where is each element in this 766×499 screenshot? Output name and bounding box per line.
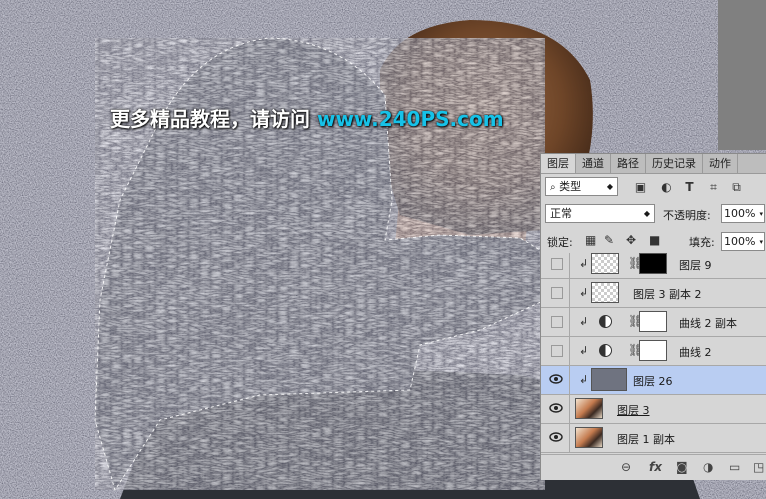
clipping-arrow-icon: ↲ (579, 373, 589, 386)
layer-row-layer-9[interactable]: ↲ ⛓ 图层 9 (541, 253, 766, 279)
panel-tabs: 图层 通道 路径 历史记录 动作 (541, 154, 766, 174)
visibility-toggle[interactable] (541, 395, 570, 423)
add-mask-icon[interactable]: ◙ (676, 460, 688, 474)
watermark-url: www.240PS.com (316, 107, 504, 131)
blend-row: 正常 ◆ 不透明度: 100% ▾ (541, 204, 766, 226)
layer-row-layer-1-copy[interactable]: 图层 1 副本 (541, 424, 766, 453)
fill-input[interactable]: 100% ▾ (721, 232, 765, 251)
eye-icon (549, 374, 563, 384)
lock-row: 锁定: ▦ ✎ ✥ ■ 填充: 100% ▾ (541, 232, 766, 252)
search-icon: ⌕ (550, 182, 556, 193)
clipping-arrow-icon: ↲ (579, 286, 589, 299)
lock-all-icon[interactable]: ■ (649, 232, 660, 248)
shape-filter-icon[interactable]: ⌗ (707, 181, 720, 193)
tab-history[interactable]: 历史记录 (646, 154, 703, 173)
chevron-down-icon: ◆ (606, 182, 613, 191)
layer-thumbnail (591, 253, 619, 274)
layer-thumbnail (591, 282, 619, 303)
chevron-down-icon: ▾ (759, 210, 763, 218)
new-adjustment-icon[interactable]: ◑ (703, 460, 713, 474)
layer-name[interactable]: 图层 1 副本 (617, 431, 675, 447)
visibility-off-icon (551, 287, 563, 299)
visibility-toggle[interactable] (541, 308, 570, 336)
visibility-toggle[interactable] (541, 424, 570, 452)
layer-row-curves-2-copy[interactable]: ↲ ⛓ 曲线 2 副本 (541, 308, 766, 337)
layer-row-layer-3-copy-2[interactable]: ↲ 图层 3 副本 2 (541, 279, 766, 308)
curves-adjustment-icon (599, 344, 612, 357)
adjustment-filter-icon[interactable]: ◐ (660, 181, 673, 193)
layer-name[interactable]: 图层 26 (633, 373, 673, 389)
layer-name[interactable]: 图层 3 (617, 402, 650, 418)
layer-name[interactable]: 图层 9 (679, 257, 712, 273)
layer-mask-thumbnail (639, 340, 667, 361)
chevron-down-icon: ◆ (643, 209, 650, 218)
visibility-toggle[interactable] (541, 279, 570, 307)
visibility-toggle[interactable] (541, 337, 570, 365)
type-filter-icon[interactable]: T (683, 181, 696, 193)
layer-mask-thumbnail (639, 253, 667, 274)
watermark-text: 更多精品教程，请访问 (110, 107, 310, 131)
layer-name[interactable]: 图层 3 副本 2 (633, 286, 702, 302)
tab-layers[interactable]: 图层 (541, 154, 576, 173)
chevron-down-icon: ▾ (759, 238, 763, 246)
layers-panel: 图层 通道 路径 历史记录 动作 ⌕ 类型 ◆ ▣ ◐ T ⌗ ⧉ 正常 ◆ 不… (540, 153, 766, 480)
layer-row-layer-26[interactable]: ↲ 图层 26 (541, 366, 766, 395)
opacity-label: 不透明度: (663, 209, 711, 222)
layer-name[interactable]: 曲线 2 (679, 344, 712, 360)
lock-transparent-icon[interactable]: ▦ (585, 232, 596, 248)
opacity-input[interactable]: 100% ▾ (721, 204, 765, 223)
blend-mode-dropdown[interactable]: 正常 ◆ (545, 204, 655, 223)
lock-image-icon[interactable]: ✎ (604, 232, 614, 248)
clipping-arrow-icon: ↲ (579, 344, 589, 357)
curves-adjustment-icon (599, 315, 612, 328)
fx-icon[interactable]: fx (649, 460, 662, 474)
tab-actions[interactable]: 动作 (703, 154, 738, 173)
canvas-gutter (718, 0, 766, 150)
layer-list: ↲ ⛓ 图层 9 ↲ 图层 3 副本 2 ↲ ⛓ 曲线 2 副本 ↲ ⛓ 曲线 … (541, 253, 766, 453)
lock-label: 锁定: (547, 236, 573, 249)
visibility-off-icon (551, 316, 563, 328)
new-layer-icon[interactable]: ◳ (753, 460, 764, 474)
visibility-off-icon (551, 258, 563, 270)
new-group-icon[interactable]: ▭ (729, 460, 740, 474)
eye-icon (549, 403, 563, 413)
filter-kind-dropdown[interactable]: ⌕ 类型 ◆ (545, 177, 618, 196)
opacity-value: 100% (724, 207, 756, 220)
layer-thumbnail (575, 427, 603, 448)
watermark: 更多精品教程，请访问 www.240PS.com (110, 103, 504, 132)
visibility-toggle[interactable] (541, 366, 570, 394)
layer-mask-thumbnail (639, 311, 667, 332)
panel-footer: ⊖ fx ◙ ◑ ▭ ◳ (541, 454, 766, 480)
layer-thumbnail (575, 398, 603, 419)
fill-label: 填充: (689, 236, 715, 249)
visibility-toggle[interactable] (541, 253, 570, 278)
blend-mode-value: 正常 (550, 207, 572, 220)
filter-row: ⌕ 类型 ◆ ▣ ◐ T ⌗ ⧉ (541, 177, 766, 199)
layer-row-curves-2[interactable]: ↲ ⛓ 曲线 2 (541, 337, 766, 366)
eye-icon (549, 432, 563, 442)
filter-kind-label: 类型 (559, 180, 582, 193)
tab-paths[interactable]: 路径 (611, 154, 646, 173)
link-layers-icon[interactable]: ⊖ (621, 460, 631, 474)
tab-channels[interactable]: 通道 (576, 154, 611, 173)
layer-row-layer-3[interactable]: 图层 3 (541, 395, 766, 424)
lock-position-icon[interactable]: ✥ (626, 232, 636, 248)
smart-object-filter-icon[interactable]: ⧉ (730, 181, 743, 193)
clipping-arrow-icon: ↲ (579, 315, 589, 328)
visibility-off-icon (551, 345, 563, 357)
fill-value: 100% (724, 235, 756, 248)
clipping-arrow-icon: ↲ (579, 257, 589, 270)
image-filter-icon[interactable]: ▣ (634, 181, 647, 193)
layer-name[interactable]: 曲线 2 副本 (679, 315, 737, 331)
layer-thumbnail (591, 368, 627, 391)
